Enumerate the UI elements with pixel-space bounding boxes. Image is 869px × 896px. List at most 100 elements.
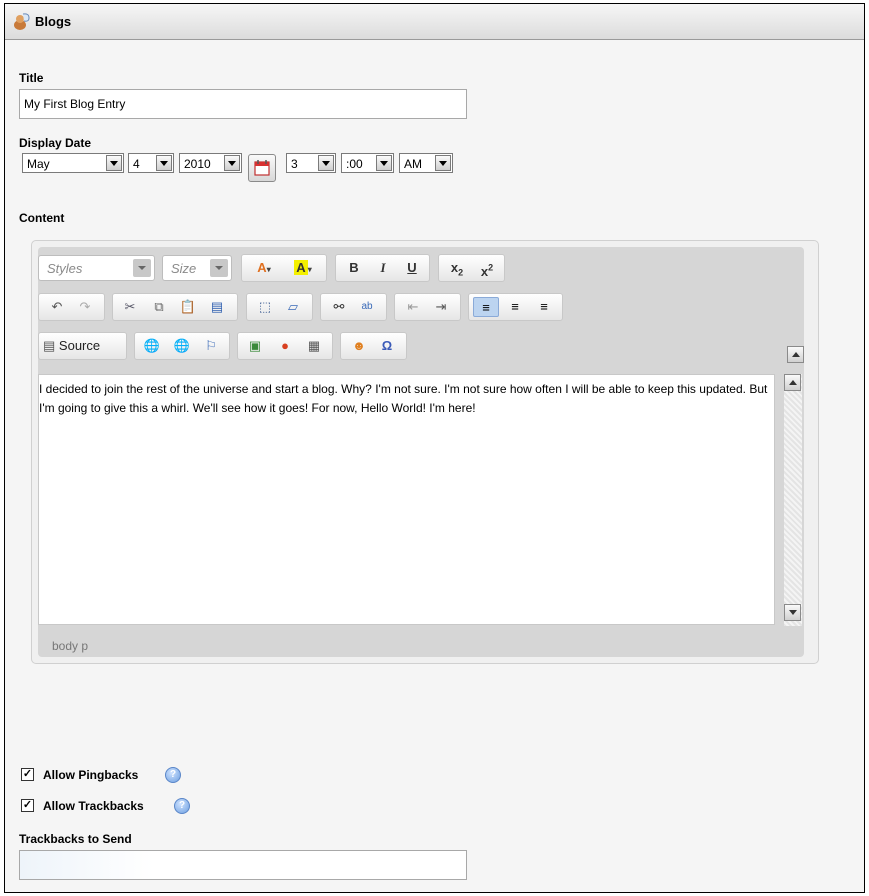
underline-button[interactable]: U: [400, 258, 424, 278]
content-scrollbar[interactable]: [784, 374, 802, 626]
content-textarea[interactable]: I decided to join the rest of the univer…: [38, 374, 775, 625]
background-color-button[interactable]: A ▾: [286, 258, 320, 278]
bold-button[interactable]: B: [342, 258, 366, 278]
blog-icon: [14, 13, 30, 30]
source-icon: ▤: [43, 338, 56, 353]
paste-word-icon: ▤: [210, 299, 224, 314]
size-placeholder: Size: [171, 261, 197, 276]
day-select[interactable]: 4: [128, 153, 174, 173]
undo-button[interactable]: ↶: [45, 297, 69, 317]
source-label: Source: [58, 338, 101, 353]
paste-icon: 📋: [179, 299, 197, 314]
align-center-icon: ≡: [511, 299, 519, 314]
page-title: Blogs: [35, 14, 72, 29]
chevron-down-icon: [435, 155, 451, 171]
image-button[interactable]: ▣: [243, 336, 267, 356]
special-char-button[interactable]: Ω: [375, 336, 399, 356]
flag-icon: ⚐: [205, 338, 217, 353]
ampm-select[interactable]: AM: [399, 153, 453, 173]
find-button[interactable]: ⚯: [327, 297, 351, 317]
superscript-button[interactable]: x2: [473, 258, 501, 280]
editor-scroll-up-button[interactable]: [787, 346, 804, 363]
month-select[interactable]: May: [22, 153, 124, 173]
anchor-button[interactable]: ⚐: [199, 336, 223, 356]
chevron-down-icon: [210, 259, 228, 277]
paste-button[interactable]: 📋: [176, 297, 200, 317]
scissors-icon: ✂: [124, 299, 136, 314]
styles-combo[interactable]: Styles: [38, 255, 155, 281]
align-left-button[interactable]: ≡: [473, 297, 499, 317]
superscript-icon: x2: [480, 263, 494, 280]
year-value: 2010: [184, 157, 211, 171]
flash-button[interactable]: ●: [273, 336, 297, 356]
size-combo[interactable]: Size: [162, 255, 232, 281]
replace-icon: ab: [361, 301, 373, 312]
hour-value: 3: [291, 157, 298, 171]
chevron-down-icon: [133, 259, 151, 277]
editor-frame: Styles Size A▾ A ▾ B I U x2 x2 ↶ ↷ ✂ ⧉ 📋…: [38, 247, 804, 657]
trackbacks-checkbox[interactable]: ✓: [21, 799, 34, 812]
trackbacks-to-send-input[interactable]: [19, 850, 467, 880]
title-input[interactable]: My First Blog Entry: [19, 89, 467, 119]
trackbacks-to-send-label: Trackbacks to Send: [19, 832, 132, 846]
select-group: ⬚ ▱: [246, 293, 313, 321]
unlink-button[interactable]: 🌐: [170, 336, 194, 356]
italic-button[interactable]: I: [371, 258, 395, 278]
special-group: ☻ Ω: [340, 332, 407, 360]
align-left-icon: ≡: [482, 300, 490, 315]
minute-value: :00: [346, 157, 363, 171]
find-group: ⚯ ab: [320, 293, 387, 321]
indent-group: ⇤ ⇥: [394, 293, 461, 321]
outdent-button[interactable]: ⇤: [401, 297, 425, 317]
content-label: Content: [19, 211, 65, 225]
scroll-down-button[interactable]: [784, 604, 801, 621]
styles-placeholder: Styles: [47, 261, 83, 276]
scroll-up-button[interactable]: [784, 374, 801, 391]
minute-select[interactable]: :00: [341, 153, 394, 173]
align-center-button[interactable]: ≡: [503, 297, 527, 317]
help-icon[interactable]: ?: [165, 767, 181, 783]
text-color-button[interactable]: A▾: [247, 258, 281, 278]
remove-format-button[interactable]: ▱: [281, 297, 305, 317]
chevron-down-icon: [106, 155, 122, 171]
help-icon[interactable]: ?: [174, 798, 190, 814]
pingbacks-checkbox[interactable]: ✓: [21, 768, 34, 781]
calendar-button[interactable]: [248, 154, 276, 182]
eraser-icon: ▱: [288, 299, 298, 314]
script-group: x2 x2: [438, 254, 505, 282]
color-group: A▾ A ▾: [241, 254, 327, 282]
smiley-button[interactable]: ☻: [347, 336, 371, 356]
source-button[interactable]: ▤ Source: [43, 336, 123, 356]
replace-button[interactable]: ab: [355, 297, 379, 317]
unlink-icon: 🌐: [173, 338, 191, 353]
year-select[interactable]: 2010: [179, 153, 242, 173]
cut-button[interactable]: ✂: [118, 297, 142, 317]
indent-button[interactable]: ⇥: [429, 297, 453, 317]
smiley-icon: ☻: [352, 338, 366, 353]
title-label: Title: [19, 71, 44, 85]
select-all-button[interactable]: ⬚: [253, 297, 277, 317]
pingbacks-label: Allow Pingbacks: [43, 768, 139, 782]
rich-text-editor: Styles Size A▾ A ▾ B I U x2 x2 ↶ ↷ ✂ ⧉ 📋…: [31, 240, 819, 664]
align-right-button[interactable]: ≡: [532, 297, 556, 317]
paste-word-button[interactable]: ▤: [205, 297, 229, 317]
trackbacks-label: Allow Trackbacks: [43, 799, 144, 813]
redo-button[interactable]: ↷: [73, 297, 97, 317]
align-group: ≡ ≡ ≡: [468, 293, 563, 321]
link-button[interactable]: 🌐: [140, 336, 164, 356]
table-icon: ▦: [307, 338, 321, 353]
flash-icon: ●: [281, 338, 289, 353]
header-bar: Blogs: [5, 4, 864, 40]
hour-select[interactable]: 3: [286, 153, 336, 173]
subscript-button[interactable]: x2: [443, 258, 471, 278]
source-group: ▤ Source: [38, 332, 127, 360]
chevron-down-icon: [318, 155, 334, 171]
copy-button[interactable]: ⧉: [147, 297, 171, 317]
chevron-down-icon: [224, 155, 240, 171]
indent-icon: ⇥: [435, 299, 447, 314]
day-value: 4: [133, 157, 140, 171]
chevron-down-icon: [376, 155, 392, 171]
link-group: 🌐 🌐 ⚐: [134, 332, 230, 360]
element-path: body p: [52, 639, 89, 653]
table-button[interactable]: ▦: [302, 336, 326, 356]
